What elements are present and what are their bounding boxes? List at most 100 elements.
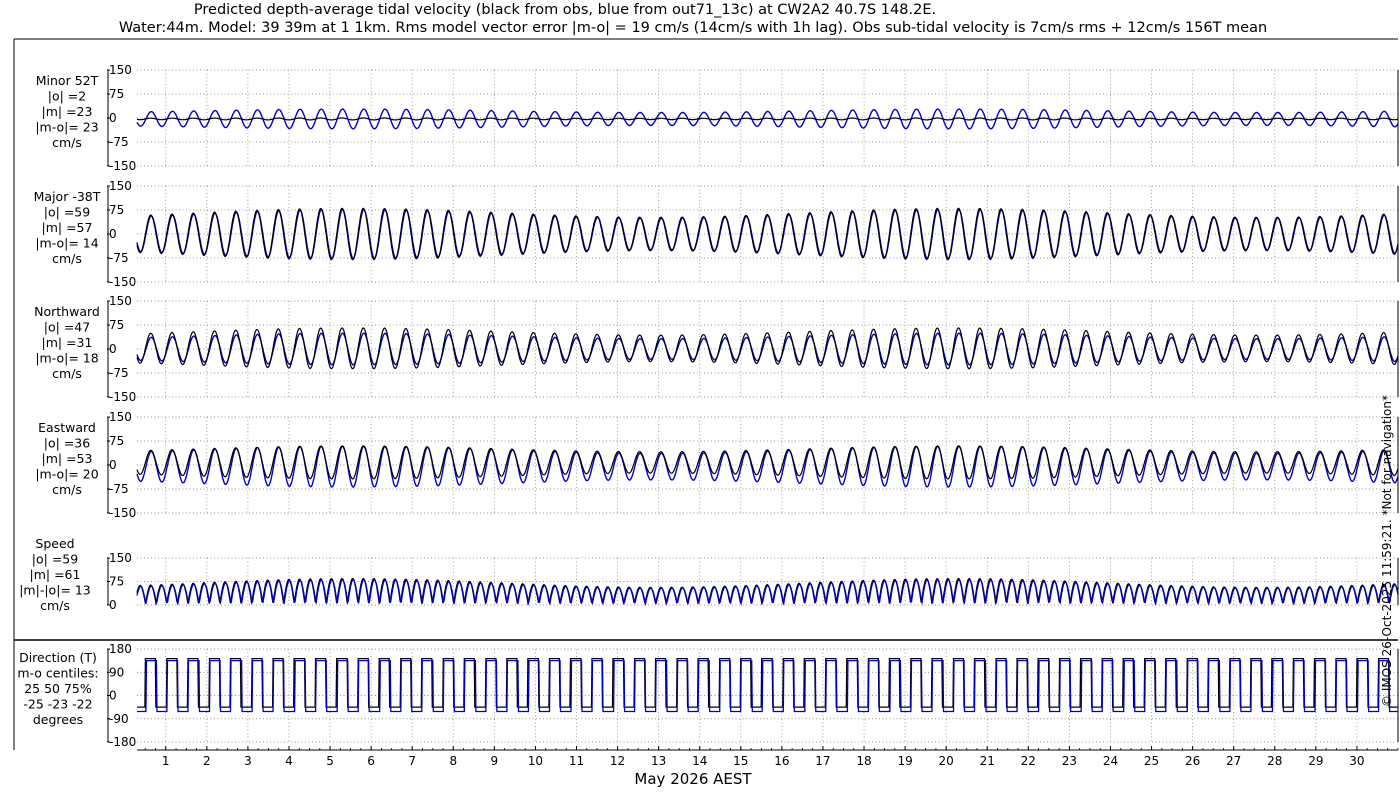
x-tick-label: 9 — [491, 754, 499, 768]
panel-label-line: cm/s — [52, 251, 82, 266]
y-tick-label: 75 — [109, 203, 124, 217]
x-tick-label: 6 — [367, 754, 375, 768]
panel-eastward: 150 75 0 -75 -150 Eastward|o| =36|m| =53|m-o|… — [35, 410, 1399, 520]
panel-label-line: |m-o|= 14 — [35, 236, 98, 251]
x-tick-label: 10 — [528, 754, 543, 768]
y-tick-label: -75 — [109, 135, 129, 149]
y-tick-label: -75 — [109, 482, 129, 496]
y-tick-label: 150 — [109, 179, 132, 193]
series-obs-line — [136, 327, 1399, 370]
panel-label-line: Eastward — [38, 420, 96, 435]
y-tick-label: 0 — [109, 598, 117, 612]
panel-label-line: |m|-|o|= 13 — [19, 583, 91, 598]
y-tick-label: 150 — [109, 551, 132, 565]
panel-label-line: |m| =23 — [42, 104, 93, 119]
tidal-velocity-chart: Predicted depth-average tidal velocity (… — [13, 2, 1399, 788]
panel-label-line: |o| =47 — [44, 320, 90, 335]
y-tick-label: -180 — [109, 735, 136, 749]
y-tick-label: 0 — [109, 689, 117, 703]
y-tick-label: 0 — [109, 342, 117, 356]
x-tick-label: 30 — [1349, 754, 1364, 768]
y-tick-label: 90 — [109, 665, 124, 679]
x-tick-label: 2 — [203, 754, 211, 768]
chart-title-line2: Water:44m. Model: 39 39m at 1 1km. Rms m… — [119, 20, 1267, 36]
panel-label-line: Northward — [34, 304, 100, 319]
y-tick-label: 75 — [109, 575, 124, 589]
panel-label-line: |o| =2 — [48, 89, 86, 104]
panel-label-line: cm/s — [40, 598, 70, 613]
panel-label-line: Speed — [35, 536, 74, 551]
panel-label-line: |m-o|= 23 — [35, 120, 98, 135]
panel-label-line: cm/s — [52, 135, 82, 150]
x-axis-label: May 2026 AEST — [634, 770, 752, 788]
x-tick-label: 15 — [733, 754, 748, 768]
panel-label-line: |m| =61 — [30, 567, 81, 582]
panel-label-line: |m-o|= 18 — [35, 351, 98, 366]
x-tick-label: 16 — [774, 754, 789, 768]
x-axis: 1 2 3 4 5 6 7 8 9 10 11 12 13 14 15 16 17 18 19 20 21 22 23 24 2… — [137, 746, 1399, 768]
x-tick-label: 5 — [326, 754, 334, 768]
x-tick-label: 14 — [692, 754, 707, 768]
panel-label-line: -25 -23 -22 — [23, 697, 92, 712]
watermark-text: © IMOS 26-Oct-2025 11:59:21. *Not for na… — [1380, 395, 1394, 707]
x-tick-label: 8 — [449, 754, 457, 768]
y-tick-label: -150 — [109, 390, 136, 404]
panel-label-line: Direction (T) — [19, 650, 97, 665]
x-tick-label: 17 — [815, 754, 830, 768]
x-tick-label: 29 — [1308, 754, 1323, 768]
y-tick-label: 75 — [109, 318, 124, 332]
x-tick-label: 4 — [285, 754, 293, 768]
panel-label-line: 25 50 75% — [24, 681, 92, 696]
x-tick-label: 24 — [1103, 754, 1118, 768]
x-tick-label: 7 — [408, 754, 416, 768]
x-tick-label: 23 — [1062, 754, 1077, 768]
x-tick-label: 12 — [610, 754, 625, 768]
x-tick-label: 26 — [1185, 754, 1200, 768]
x-tick-label: 13 — [651, 754, 666, 768]
panel-label-line: Minor 52T — [36, 73, 99, 88]
x-tick-label: 28 — [1267, 754, 1282, 768]
panel-label-line: cm/s — [52, 366, 82, 381]
chart-title-line1: Predicted depth-average tidal velocity (… — [194, 2, 936, 18]
x-tick-label: 18 — [856, 754, 871, 768]
panel-label-line: |o| =59 — [44, 205, 90, 220]
y-tick-label: 0 — [109, 227, 117, 241]
x-tick-label: 20 — [939, 754, 954, 768]
panel-label-line: degrees — [33, 712, 83, 727]
panel-direction: 180 90 0 -90 -180 Direction (T)m-o centiles:2… — [17, 642, 1399, 749]
x-tick-label: 19 — [897, 754, 912, 768]
panel-speed: 150 75 0 Speed|o| =59|m| =61|m|-|o|= 13cm/s — [19, 536, 1399, 613]
y-tick-label: 180 — [109, 642, 132, 656]
panel-major: 150 75 0 -75 -150 Major -38T|o| =59|m| =57|m-… — [34, 179, 1399, 289]
panel-label-line: |o| =59 — [32, 552, 78, 567]
x-tick-label: 27 — [1226, 754, 1241, 768]
y-tick-label: -75 — [109, 366, 129, 380]
panel-minor: 150 75 0 -75 -150 Minor 52T|o| =2|m| =23|m-o|… — [35, 63, 1399, 173]
panel-label-line: |m| =31 — [42, 335, 93, 350]
panel-label-line: m-o centiles: — [17, 666, 98, 681]
x-tick-label: 25 — [1144, 754, 1159, 768]
chart-panels: 150750-75-150Minor 52T|o| =2|m| =23|m-o|… — [17, 63, 1399, 749]
series-model-line — [136, 445, 1399, 488]
x-tick-label: 21 — [980, 754, 995, 768]
y-tick-label: -150 — [109, 275, 136, 289]
x-tick-label: 3 — [244, 754, 252, 768]
panel-northward: 150 75 0 -75 -150 Northward|o| =47|m| =31|m-o… — [34, 294, 1399, 404]
panel-label-line: cm/s — [52, 482, 82, 497]
panel-label-line: |m-o|= 20 — [35, 467, 98, 482]
y-tick-label: -150 — [109, 506, 136, 520]
x-tick-label: 22 — [1021, 754, 1036, 768]
panel-label-line: |m| =53 — [42, 451, 93, 466]
y-tick-label: -90 — [109, 712, 129, 726]
x-tick-label: 1 — [162, 754, 170, 768]
y-tick-label: 150 — [109, 63, 132, 77]
panel-label-line: |m| =57 — [42, 220, 93, 235]
panel-label-line: Major -38T — [34, 189, 101, 204]
panel-label-line: |o| =36 — [44, 436, 90, 451]
y-tick-label: -150 — [109, 159, 136, 173]
y-tick-label: 150 — [109, 294, 132, 308]
x-tick-label: 11 — [569, 754, 584, 768]
y-tick-label: 75 — [109, 434, 124, 448]
y-tick-label: 0 — [109, 458, 117, 472]
y-tick-label: 75 — [109, 87, 124, 101]
